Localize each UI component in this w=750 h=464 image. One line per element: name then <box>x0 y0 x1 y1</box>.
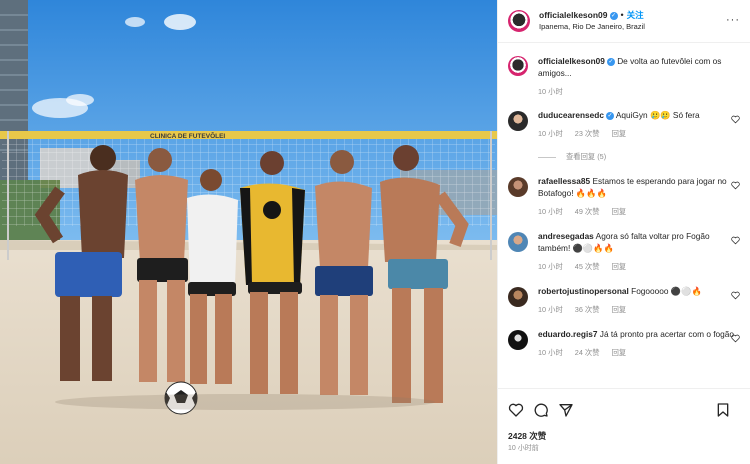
more-options-button[interactable]: ··· <box>726 14 740 26</box>
comment-item: robertojustinopersonal Fogooooo ⚫⚪🔥 10 小… <box>508 285 740 316</box>
comment-likes[interactable]: 36 次赞 <box>575 305 600 314</box>
reply-button[interactable]: 回复 <box>612 262 627 271</box>
view-replies-button[interactable]: 查看回复 (5) <box>538 152 740 162</box>
likes-count[interactable]: 2428 次赞 <box>498 430 750 442</box>
comment-username[interactable]: eduardo.regis7 <box>538 329 597 339</box>
reply-button[interactable]: 回复 <box>612 129 627 138</box>
reply-button[interactable]: 回复 <box>612 207 627 216</box>
bookmark-icon[interactable] <box>715 402 731 418</box>
post-location[interactable]: Ipanema, Rio De Janeiro, Brazil <box>539 21 645 33</box>
post-caption: officialelkeson09 ✓ De volta ao futevôlei… <box>508 55 740 98</box>
comment-time: 10 小时 <box>538 348 563 357</box>
comment-username[interactable]: duducearensedc <box>538 110 604 120</box>
author-username[interactable]: officialelkeson09 <box>539 10 608 20</box>
share-icon[interactable] <box>558 402 574 418</box>
comment-likes[interactable]: 23 次赞 <box>575 129 600 138</box>
caption-time: 10 小时 <box>538 87 563 96</box>
beach-volley-photo: CLINICA DE FUTEVÔLEI <box>0 0 497 464</box>
commenter-avatar[interactable] <box>508 111 528 131</box>
comment-like-icon[interactable] <box>731 115 740 124</box>
verified-badge-icon: ✓ <box>609 11 618 20</box>
comment-item: eduardo.regis7 Já tá pronto pra acertar … <box>508 328 740 359</box>
comment-icon[interactable] <box>533 402 549 418</box>
comment-item: andresegadas Agora só falta voltar pro F… <box>508 230 740 273</box>
comment-like-icon[interactable] <box>731 334 740 343</box>
comment-username[interactable]: andresegadas <box>538 231 594 241</box>
comment-username[interactable]: robertojustinopersonal <box>538 286 629 296</box>
comment-item: rafaellessa85 Estamos te esperando para … <box>508 175 740 218</box>
post-photo[interactable]: CLINICA DE FUTEVÔLEI <box>0 0 497 464</box>
comment-like-icon[interactable] <box>731 181 740 190</box>
comment-time: 10 小时 <box>538 262 563 271</box>
commenter-avatar[interactable] <box>508 177 528 197</box>
replies-divider <box>538 156 556 158</box>
comment-username[interactable]: rafaellessa85 <box>538 176 590 186</box>
comment-text: Fogooooo ⚫⚪🔥 <box>631 286 702 296</box>
commenter-avatar[interactable] <box>508 287 528 307</box>
instagram-post-window: CLINICA DE FUTEVÔLEI officialelkeson09 ✓… <box>0 0 750 464</box>
commenter-avatar[interactable] <box>508 232 528 252</box>
post-actions-bar <box>498 388 750 430</box>
post-timestamp: 10 小时前 <box>508 445 539 452</box>
comment-item: duducearensedc ✓ AquiGyn 🥲🥲 Só fera 10 小时… <box>508 109 740 140</box>
caption-author-avatar[interactable] <box>508 56 528 76</box>
reply-button[interactable]: 回复 <box>612 348 627 357</box>
comment-text: Já tá pronto pra acertar com o fogão <box>599 329 735 339</box>
heart-icon[interactable] <box>508 402 524 418</box>
net-banner-text: CLINICA DE FUTEVÔLEI <box>150 131 225 140</box>
author-avatar[interactable] <box>508 10 530 32</box>
comment-like-icon[interactable] <box>731 291 740 300</box>
comment-likes[interactable]: 24 次赞 <box>575 348 600 357</box>
follow-button[interactable]: 关注 <box>627 10 644 20</box>
view-replies-label: 查看回复 (5) <box>566 152 607 161</box>
verified-badge-icon: ✓ <box>606 57 615 66</box>
verified-badge-icon: ✓ <box>605 111 614 120</box>
header-separator: • <box>620 10 624 20</box>
commenter-avatar[interactable] <box>508 330 528 350</box>
comment-time: 10 小时 <box>538 207 563 216</box>
comment-like-icon[interactable] <box>731 236 740 245</box>
post-header: officialelkeson09 ✓ • 关注 Ipanema, Rio De Ja… <box>498 0 750 43</box>
comment-time: 10 小时 <box>538 305 563 314</box>
comments-list[interactable]: officialelkeson09 ✓ De volta ao futevôlei… <box>498 43 750 388</box>
caption-username[interactable]: officialelkeson09 <box>538 56 605 66</box>
post-side-panel: officialelkeson09 ✓ • 关注 Ipanema, Rio De Ja… <box>497 0 750 464</box>
comment-text: AquiGyn 🥲🥲 Só fera <box>615 110 700 120</box>
comment-likes[interactable]: 49 次赞 <box>575 207 600 216</box>
reply-button[interactable]: 回复 <box>612 305 627 314</box>
comment-time: 10 小时 <box>538 129 563 138</box>
comment-likes[interactable]: 45 次赞 <box>575 262 600 271</box>
